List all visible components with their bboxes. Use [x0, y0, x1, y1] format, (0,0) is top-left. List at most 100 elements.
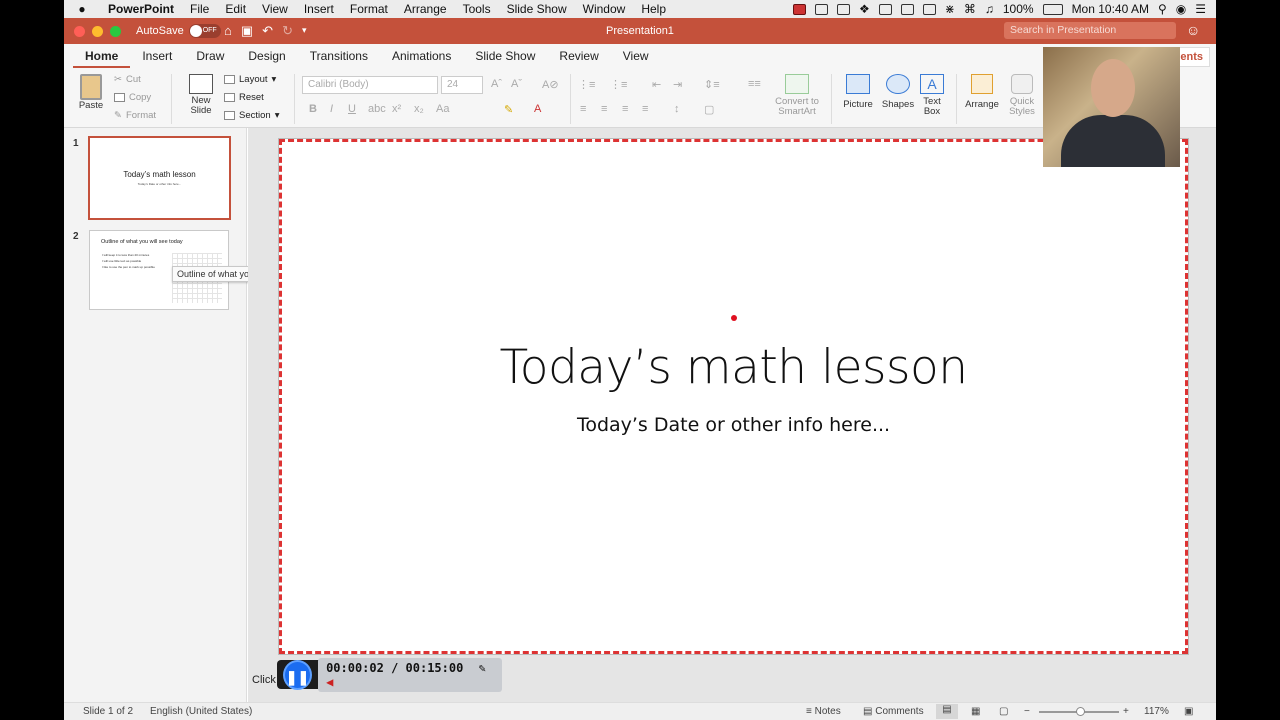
- align-text-icon[interactable]: ▢: [704, 103, 714, 116]
- layout-label: Layout: [239, 74, 268, 85]
- tab-home[interactable]: Home: [73, 49, 131, 68]
- underline-icon[interactable]: U: [348, 103, 356, 115]
- monitor-icon[interactable]: [922, 3, 936, 15]
- reset-button[interactable]: Reset: [224, 92, 264, 103]
- strikethrough-icon[interactable]: abc: [368, 103, 386, 115]
- menu-tools[interactable]: Tools: [455, 2, 499, 16]
- menu-format[interactable]: Format: [342, 2, 396, 16]
- font-size-select[interactable]: 24: [441, 76, 483, 94]
- subscript-icon[interactable]: x₂: [414, 103, 424, 115]
- tab-draw[interactable]: Draw: [184, 49, 236, 68]
- tab-insert[interactable]: Insert: [130, 49, 184, 68]
- arrange-button[interactable]: Arrange: [962, 74, 1002, 110]
- tab-transitions[interactable]: Transitions: [298, 49, 380, 68]
- format-painter-button[interactable]: ✎ Format: [114, 110, 156, 121]
- menu-file[interactable]: File: [182, 2, 217, 16]
- layout-button[interactable]: Layout ▾: [224, 74, 276, 85]
- battery-icon[interactable]: [1042, 3, 1063, 15]
- shapes-button[interactable]: Shapes: [878, 74, 918, 110]
- current-slide[interactable]: Today’s math lesson Today’s Date or othe…: [278, 138, 1189, 655]
- dropbox-icon[interactable]: ❖: [859, 2, 870, 16]
- highlight-icon[interactable]: ✎: [504, 103, 513, 116]
- quick-styles-button[interactable]: Quick Styles: [1002, 74, 1042, 117]
- menu-arrange[interactable]: Arrange: [396, 2, 455, 16]
- menu-slide-show[interactable]: Slide Show: [499, 2, 575, 16]
- text-direction-icon[interactable]: ↕: [674, 103, 680, 115]
- thumbnail-title: Today’s math lesson: [123, 170, 196, 179]
- decrease-indent-icon[interactable]: ⇤: [652, 78, 661, 91]
- cast-icon[interactable]: [837, 3, 851, 15]
- zoom-out-button[interactable]: −: [1024, 706, 1030, 717]
- align-right-icon[interactable]: ≡: [622, 103, 628, 115]
- language-indicator[interactable]: English (United States): [150, 706, 252, 717]
- justify-icon[interactable]: ≡: [642, 103, 648, 115]
- normal-view-icon[interactable]: ▤: [936, 704, 958, 719]
- pause-recording-button[interactable]: ❚❚: [283, 659, 313, 690]
- tab-slide-show[interactable]: Slide Show: [463, 49, 547, 68]
- convert-smartart-button[interactable]: Convert to SmartArt: [769, 74, 825, 117]
- notes-icon: ≡: [806, 706, 815, 717]
- new-slide-button[interactable]: New Slide: [181, 74, 221, 116]
- menu-view[interactable]: View: [254, 2, 296, 16]
- bullets-icon[interactable]: ⋮≡: [578, 78, 595, 91]
- feedback-icon[interactable]: ☺: [1186, 22, 1200, 38]
- copy-button[interactable]: Copy: [114, 92, 151, 103]
- slide-thumbnail-1[interactable]: Today’s math lesson Today’s Date or othe…: [88, 136, 231, 220]
- align-center-icon[interactable]: ≡: [601, 103, 607, 115]
- italic-icon[interactable]: I: [330, 103, 333, 115]
- tab-design[interactable]: Design: [236, 49, 297, 68]
- volume-icon[interactable]: ♫: [985, 2, 994, 16]
- slide-title[interactable]: Today’s math lesson: [282, 340, 1185, 395]
- recording-icon[interactable]: [793, 3, 807, 15]
- section-button[interactable]: Section ▾: [224, 110, 279, 121]
- microphone-icon[interactable]: ✎: [479, 661, 486, 675]
- picture-button[interactable]: Picture: [838, 74, 878, 110]
- zoom-level[interactable]: 117%: [1144, 706, 1169, 717]
- comments-status-button[interactable]: ▤ Comments: [863, 706, 924, 717]
- bluetooth-icon[interactable]: ⋇: [945, 2, 955, 16]
- line-spacing-icon[interactable]: ⇕≡: [704, 78, 720, 91]
- spotlight-icon[interactable]: ⚲: [1158, 2, 1167, 16]
- font-name-select[interactable]: Calibri (Body): [302, 76, 438, 94]
- menu-window[interactable]: Window: [575, 2, 634, 16]
- bold-icon[interactable]: B: [309, 103, 317, 115]
- apple-icon[interactable]: ●: [64, 2, 100, 16]
- presenter-body: [1061, 115, 1165, 167]
- change-case-icon[interactable]: Aa: [436, 103, 449, 115]
- tab-view[interactable]: View: [611, 49, 661, 68]
- align-left-icon[interactable]: ≡: [580, 103, 586, 115]
- zoom-in-button[interactable]: +: [1123, 706, 1129, 717]
- menubar-clock[interactable]: Mon 10:40 AM: [1072, 2, 1149, 16]
- tab-review[interactable]: Review: [547, 49, 610, 68]
- menu-insert[interactable]: Insert: [296, 2, 342, 16]
- notification-center-icon[interactable]: ☰: [1195, 2, 1206, 16]
- clear-formatting-icon[interactable]: A⊘: [542, 78, 559, 91]
- numbering-icon[interactable]: ⋮≡: [610, 78, 627, 91]
- menu-app-name[interactable]: PowerPoint: [100, 2, 182, 16]
- columns-icon[interactable]: ≡≡: [748, 78, 761, 90]
- increase-indent-icon[interactable]: ⇥: [673, 78, 682, 91]
- grow-font-icon[interactable]: Aˆ: [491, 78, 502, 90]
- slide-subtitle[interactable]: Today’s Date or other info here...: [282, 414, 1185, 436]
- mute-speaker-icon[interactable]: ◀: [326, 675, 333, 689]
- menu-edit[interactable]: Edit: [217, 2, 254, 16]
- cut-button[interactable]: ✂ Cut: [114, 74, 141, 85]
- download-icon[interactable]: [878, 3, 892, 15]
- slide-sorter-icon[interactable]: ▦: [971, 706, 980, 717]
- menu-help[interactable]: Help: [633, 2, 674, 16]
- screen-tool-icon[interactable]: [815, 3, 829, 15]
- reading-view-icon[interactable]: ▢: [999, 706, 1008, 717]
- superscript-icon[interactable]: x²: [392, 103, 401, 115]
- wifi-icon[interactable]: ⌘: [964, 2, 976, 16]
- font-color-icon[interactable]: A: [534, 103, 541, 115]
- shrink-font-icon[interactable]: Aˇ: [511, 78, 522, 90]
- notes-button[interactable]: ≡ Notes: [806, 706, 841, 717]
- fit-to-window-icon[interactable]: ▣: [1184, 706, 1193, 717]
- paste-button[interactable]: Paste: [74, 74, 108, 111]
- siri-icon[interactable]: ◉: [1176, 2, 1186, 16]
- zoom-slider-knob[interactable]: [1076, 707, 1085, 716]
- text-box-button[interactable]: A Text Box: [916, 74, 948, 117]
- tab-animations[interactable]: Animations: [380, 49, 463, 68]
- airplay-icon[interactable]: [900, 3, 914, 15]
- search-input[interactable]: Search in Presentation: [1004, 22, 1176, 39]
